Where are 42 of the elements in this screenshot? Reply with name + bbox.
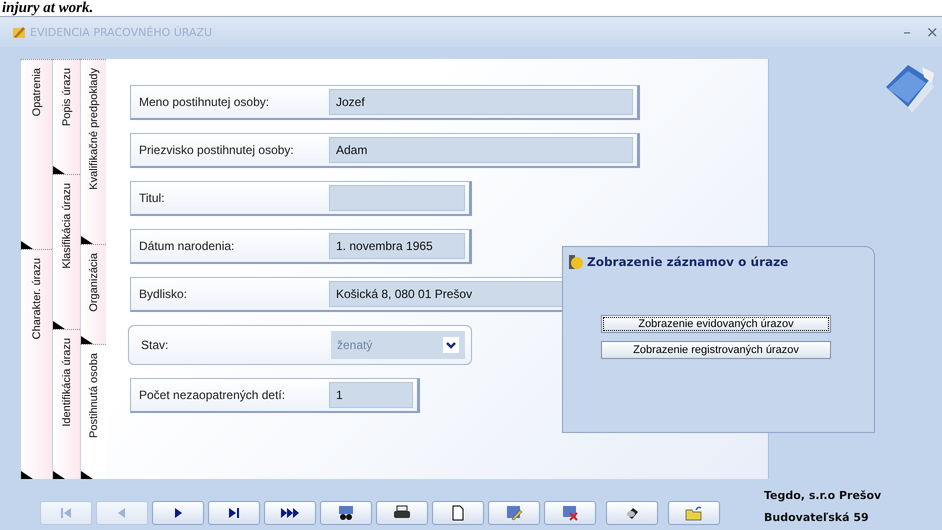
- field-label: Stav:: [140, 338, 170, 352]
- side-tab[interactable]: Postihnutá osoba: [80, 344, 106, 479]
- field-label: Titul:: [138, 191, 166, 205]
- close-button[interactable]: ×: [926, 23, 942, 41]
- window-title: EVIDENCIA PRACOVNÉHO ÚRAZU: [30, 26, 212, 38]
- field-label: Priezvisko postihnutej osoby:: [138, 143, 295, 157]
- dialog-button[interactable]: Zobrazenie evidovaných úrazov: [601, 315, 831, 333]
- toolbar-button[interactable]: [376, 501, 428, 525]
- input-field[interactable]: Jozef: [329, 89, 633, 115]
- chevron-down-icon: [443, 337, 459, 353]
- edit-table-icon: [504, 505, 524, 521]
- dialog-button[interactable]: Zobrazenie registrovaných úrazov: [601, 341, 831, 359]
- input-field[interactable]: Adam: [329, 137, 633, 163]
- toolbar-button[interactable]: [432, 501, 484, 525]
- delete-table-icon: [560, 505, 580, 521]
- side-tab[interactable]: Opatrenia: [20, 59, 52, 249]
- field-label: Bydlisko:: [138, 287, 188, 301]
- field-label: Dátum narodenia:: [138, 239, 236, 253]
- side-tab[interactable]: Identifikácia úrazu: [52, 329, 80, 479]
- side-tab[interactable]: Charakter. úrazu: [20, 249, 52, 479]
- input-field[interactable]: 1. novembra 1965: [329, 233, 465, 259]
- pencil-icon: [12, 25, 26, 39]
- caption-text: injury at work.: [2, 0, 94, 16]
- input-field[interactable]: [329, 185, 465, 211]
- side-tab[interactable]: Organizácia: [80, 244, 106, 344]
- input-field[interactable]: 1: [329, 382, 413, 408]
- fast-forward-icon: [280, 505, 300, 521]
- dialog-title: Zobrazenie záznamov o úraze: [587, 255, 788, 269]
- toolbar-button[interactable]: [152, 501, 204, 525]
- side-tab[interactable]: Klasifikácia úrazu: [52, 174, 80, 329]
- field-label: Počet nezaopatrených detí:: [138, 388, 286, 402]
- side-tab[interactable]: Popis úrazu: [52, 59, 80, 174]
- minimize-button[interactable]: –: [892, 23, 922, 41]
- toolbar-button[interactable]: [320, 501, 372, 525]
- field-label: Meno postihnutej osoby:: [138, 95, 270, 109]
- toolbar-button[interactable]: [208, 501, 260, 525]
- company-text: Budovateľská 59: [764, 511, 869, 525]
- side-tab[interactable]: Kvalifikačné predpoklady: [80, 59, 106, 244]
- company-text: Tegdo, s.r.o Prešov: [764, 489, 882, 503]
- toolbar-button[interactable]: [264, 501, 316, 525]
- folder-icon: [684, 505, 704, 521]
- printer-icon: [392, 505, 412, 521]
